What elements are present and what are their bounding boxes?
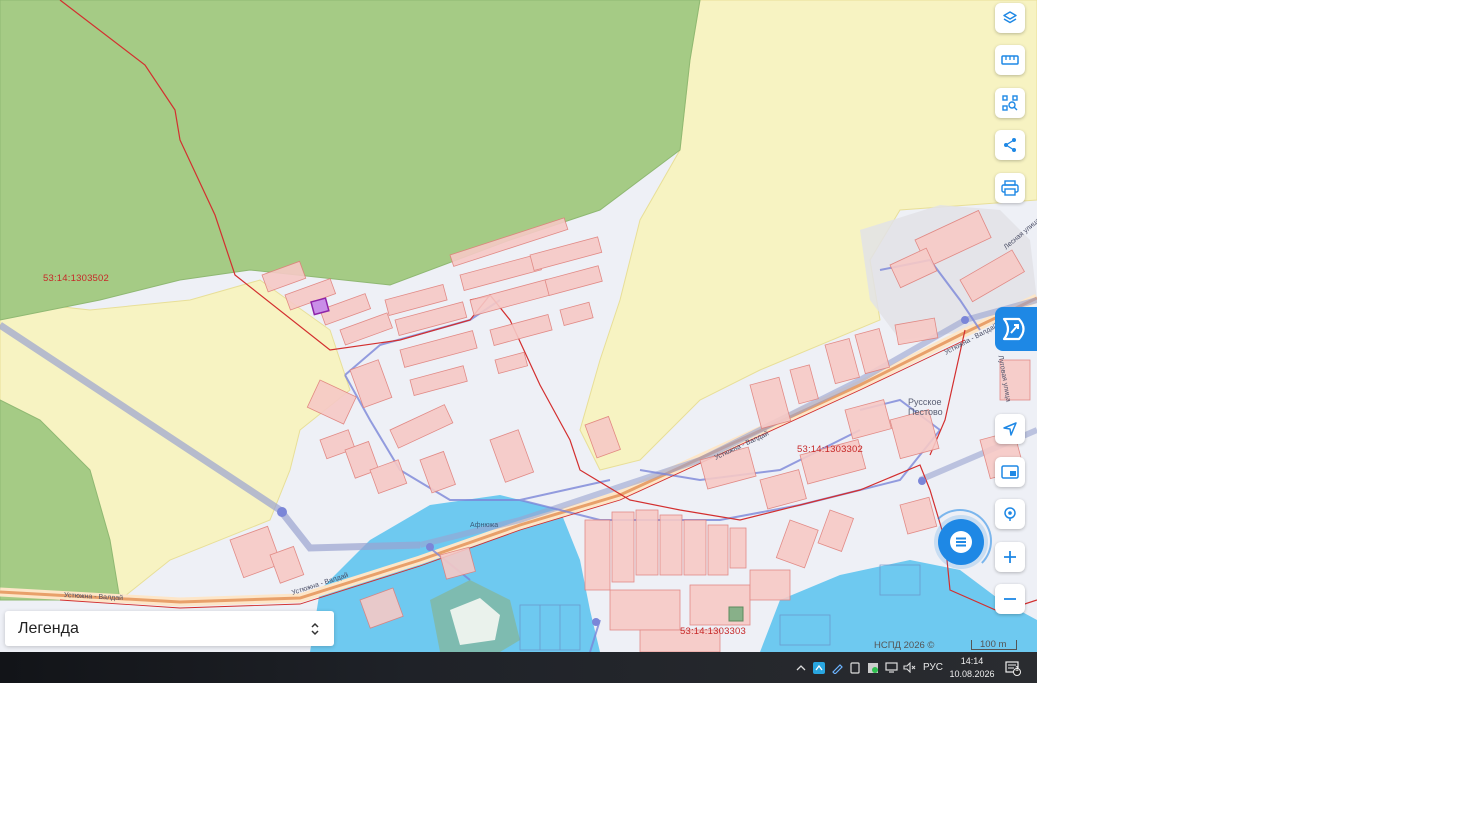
- picture-in-picture-icon: [1001, 465, 1019, 479]
- screen: 53:14:1303502 53:14:1303302 53:14:130330…: [0, 0, 1037, 683]
- tray-security-icon[interactable]: [866, 652, 880, 683]
- share-button[interactable]: [995, 130, 1025, 160]
- cadastral-label-3: 53:14:1303303: [680, 626, 746, 637]
- tray-chevron-up-icon[interactable]: [794, 652, 808, 683]
- chat-button[interactable]: [938, 519, 984, 565]
- clock-date: 10.08.2026: [949, 669, 995, 679]
- brand-tab-button[interactable]: [995, 307, 1037, 351]
- print-icon: [1001, 180, 1019, 196]
- taskbar-clock[interactable]: 14:14 10.08.2026: [944, 652, 1000, 683]
- plus-icon: [1004, 551, 1016, 563]
- map-canvas[interactable]: 53:14:1303502 53:14:1303302 53:14:130330…: [0, 0, 1037, 652]
- tray-app-icon[interactable]: [812, 652, 826, 683]
- chat-icon: [950, 531, 972, 553]
- layers-icon: [1003, 11, 1017, 24]
- share-icon: [1004, 138, 1016, 152]
- cadastral-label-2: 53:14:1303302: [797, 444, 863, 455]
- place-label-russkoe-pestovo: Русское Пестово: [908, 397, 943, 417]
- map-layer: [0, 0, 1037, 652]
- location-icon: [1004, 507, 1016, 521]
- ruler-icon: [1001, 55, 1019, 65]
- expand-icon: [311, 622, 319, 635]
- area-select-icon: [1002, 95, 1018, 111]
- minus-icon: [1004, 598, 1016, 600]
- scale-label: 100 m: [980, 639, 1007, 650]
- tray-network-icon[interactable]: [884, 652, 898, 683]
- brand-logo-icon: [1002, 317, 1025, 341]
- zoom-in-button[interactable]: [995, 542, 1025, 572]
- notification-center-button[interactable]: 1: [1002, 652, 1024, 683]
- copyright: НСПД 2026 ©: [874, 640, 935, 651]
- cadastral-label-1: 53:14:1303502: [43, 273, 109, 284]
- zoom-out-button[interactable]: [995, 584, 1025, 614]
- tray-volume-muted-icon[interactable]: [902, 652, 916, 683]
- navigate-button[interactable]: [995, 414, 1025, 444]
- place-label-afnyuzha: Афнюжа: [470, 522, 499, 529]
- picture-in-picture-button[interactable]: [995, 457, 1025, 487]
- location-button[interactable]: [995, 499, 1025, 529]
- tray-device-icon[interactable]: [848, 652, 862, 683]
- tray-language[interactable]: РУС: [920, 652, 946, 683]
- layers-button[interactable]: [995, 3, 1025, 33]
- navigate-icon: [1003, 422, 1017, 436]
- notification-count: 1: [1015, 666, 1019, 673]
- scale-bar: 100 m: [971, 639, 1017, 650]
- tray-pen-icon[interactable]: [830, 652, 844, 683]
- area-select-button[interactable]: [995, 88, 1025, 118]
- legend-label: Легенда: [18, 619, 79, 637]
- taskbar: РУС 1: [0, 652, 1037, 683]
- legend-dropdown[interactable]: Легенда: [5, 611, 334, 646]
- print-button[interactable]: [995, 173, 1025, 203]
- clock-time: 14:14: [960, 656, 984, 666]
- ruler-button[interactable]: [995, 45, 1025, 75]
